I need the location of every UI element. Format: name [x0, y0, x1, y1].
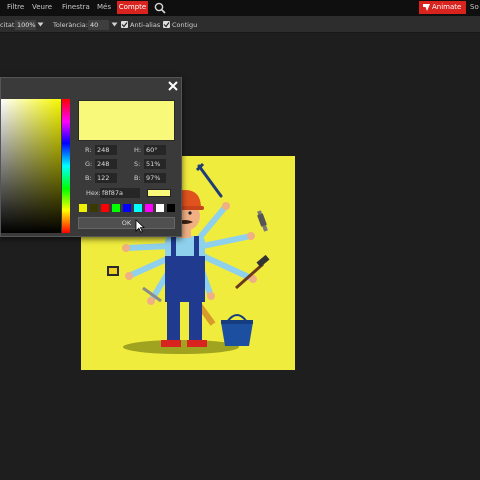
saturation-brightness-picker[interactable]	[1, 99, 61, 233]
tolerance-dropdown-icon[interactable]	[111, 21, 118, 28]
color-swatch[interactable]	[156, 204, 164, 212]
animate-button[interactable]: Animate	[419, 1, 466, 14]
contiguous-checkbox[interactable]	[163, 21, 170, 28]
color-swatch[interactable]	[79, 204, 87, 212]
animate-logo-icon	[423, 4, 430, 11]
red-label: R:	[85, 146, 92, 154]
opacity-input[interactable]: 100%	[15, 20, 36, 30]
color-preview	[78, 100, 175, 141]
check-icon	[163, 22, 170, 28]
hex-label: Hex:	[86, 189, 101, 197]
saturation-label: S:	[134, 160, 141, 168]
current-color-swatch	[147, 189, 171, 197]
ok-button[interactable]: OK	[78, 217, 175, 229]
mouse-cursor-icon	[135, 219, 145, 233]
color-swatch[interactable]	[145, 204, 153, 212]
menu-so[interactable]: So	[470, 3, 479, 11]
antialias-label: Anti-alias	[130, 21, 161, 29]
color-picker-dialog: R: 248 G: 248 B: 122 H: 60° S: 51% B: 97…	[0, 77, 182, 237]
color-swatch[interactable]	[101, 204, 109, 212]
search-icon[interactable]	[153, 1, 167, 15]
brightness-label: B:	[134, 174, 141, 182]
saturation-input[interactable]: 51%	[144, 159, 166, 169]
green-label: G:	[85, 160, 93, 168]
hue-input[interactable]: 60°	[144, 145, 166, 155]
options-bar: citat: 100% Tolerància: 40 Anti-alias Co…	[0, 16, 480, 33]
brightness-input[interactable]: 97%	[144, 173, 166, 183]
menu-filtre[interactable]: Filtre	[7, 3, 24, 11]
hue-slider[interactable]	[62, 99, 70, 233]
green-input[interactable]: 248	[95, 159, 117, 169]
animate-label: Animate	[432, 3, 462, 11]
antialias-checkbox[interactable]	[121, 21, 128, 28]
red-input[interactable]: 248	[95, 145, 117, 155]
close-icon[interactable]	[167, 80, 179, 92]
menu-finestra[interactable]: Finestra	[62, 3, 90, 11]
contiguous-label: Contigu	[172, 21, 198, 29]
color-swatch[interactable]	[167, 204, 175, 212]
menu-mes[interactable]: Més	[97, 3, 111, 11]
app-window: Filtre Veure Finestra Més Compte Animate…	[0, 0, 480, 480]
color-swatch[interactable]	[112, 204, 120, 212]
blue-input[interactable]: 122	[95, 173, 117, 183]
blue-label: B:	[85, 174, 92, 182]
hex-input[interactable]: f8f87a	[100, 188, 140, 198]
menu-bar: Filtre Veure Finestra Més Compte Animate…	[0, 0, 480, 16]
menu-compte[interactable]: Compte	[117, 1, 148, 14]
menu-veure[interactable]: Veure	[32, 3, 52, 11]
color-swatch[interactable]	[134, 204, 142, 212]
tolerance-label: Tolerància:	[53, 21, 88, 29]
check-icon	[121, 22, 128, 28]
hue-label: H:	[134, 146, 142, 154]
tolerance-input[interactable]: 40	[88, 20, 109, 30]
opacity-dropdown-icon[interactable]	[37, 21, 44, 28]
color-swatch[interactable]	[90, 204, 98, 212]
color-swatch[interactable]	[123, 204, 131, 212]
